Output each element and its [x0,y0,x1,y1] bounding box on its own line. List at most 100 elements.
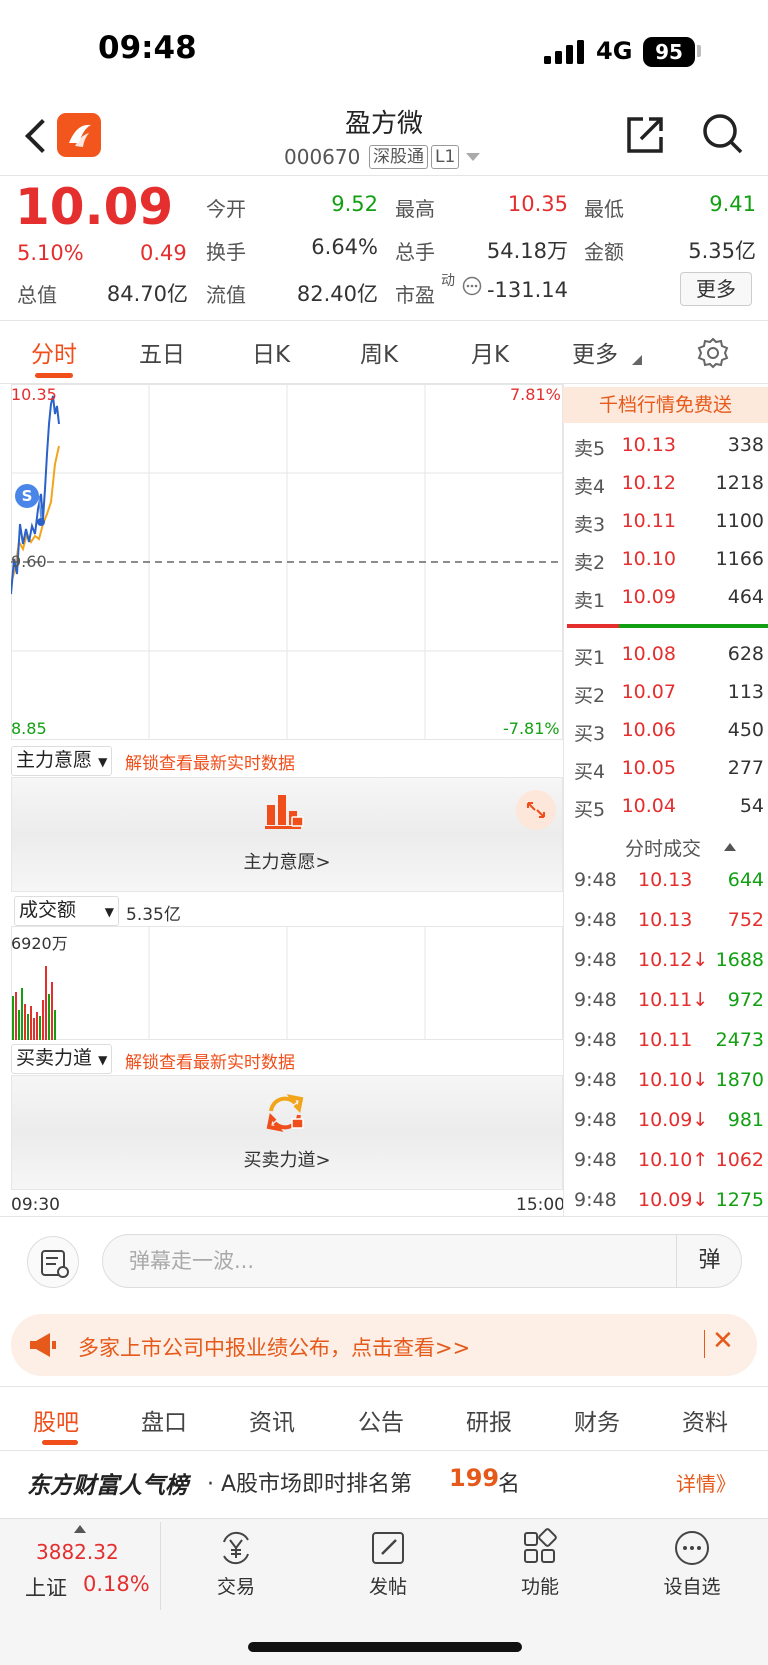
select-label: 买卖力道 [16,1047,93,1069]
ask-row: 卖4 10.12 1218 [574,472,764,498]
tab-monthly-k[interactable]: 月K [471,335,509,369]
divider [160,1522,161,1610]
divider [0,1216,768,1217]
nav-trade[interactable]: 交易 [176,1522,296,1612]
axis-mid-price: 9.60 [11,552,47,571]
volume-max-label: 6920万 [11,934,68,953]
index-percent[interactable]: 0.18% [83,1572,150,1596]
popularity-rank-text: · A股市场即时排名第 [207,1472,413,1497]
tab-forum[interactable]: 股吧 [33,1403,79,1437]
popularity-rank-number: 199 [449,1464,500,1492]
high-label: 最高 [395,197,435,221]
gear-icon[interactable] [697,337,729,369]
triangle-icon [632,355,642,365]
nav-post[interactable]: 发帖 [328,1522,448,1612]
battery-icon: 95 [643,37,695,67]
unlock-link[interactable]: 解锁查看最新实时数据 [125,1048,295,1073]
tab-weekly-k[interactable]: 周K [360,335,398,369]
turnover-label: 换手 [206,240,246,264]
trade-row: 9:48 10.09↓ 1275 [574,1189,764,1211]
pe-label: 市盈 [395,283,435,307]
tab-five-day[interactable]: 五日 [139,335,185,369]
notice-text[interactable]: 多家上市公司中报业绩公布，点击查看>> [78,1332,470,1362]
tab-news[interactable]: 资讯 [249,1403,295,1437]
trade-row: 9:48 10.11 2473 [574,1029,764,1051]
intraday-chart[interactable] [11,384,563,740]
danmu-settings-icon[interactable] [27,1236,79,1288]
tab-more[interactable]: 更多 [572,335,618,369]
select-label: 成交额 [19,899,77,921]
close-icon[interactable]: ✕ [712,1326,734,1356]
trade-row: 9:48 10.13 644 [574,869,764,891]
share-icon[interactable] [625,115,665,155]
trade-row: 9:48 10.12↓ 1688 [574,949,764,971]
total-cap-label: 总值 [17,283,57,307]
divider [0,175,768,176]
chevron-up-icon[interactable] [724,843,736,851]
chevron-down-icon[interactable] [466,153,480,163]
float-cap-value: 82.40亿 [296,282,378,306]
stock-code: 000670 [284,145,361,169]
tab-finance[interactable]: 财务 [574,1403,620,1437]
info-dots-icon[interactable] [462,276,482,296]
bid-row: 买1 10.08 628 [574,643,764,669]
volume-label: 总手 [395,240,435,264]
search-icon[interactable] [702,113,744,155]
low-label: 最低 [584,197,624,221]
change-amount: 0.49 [140,241,187,265]
more-button[interactable]: 更多 [680,272,752,306]
tag-connect: 深股通 [369,145,428,169]
buy-sell-force-select[interactable]: 买卖力道 ▼ [11,1044,113,1074]
pe-value: -131.14 [486,278,568,302]
volume-select[interactable]: 成交额 ▼ [14,896,119,926]
pe-sup: 动 [441,273,455,289]
tab-active-indicator [35,373,73,378]
main-intent-select[interactable]: 主力意愿 ▼ [11,746,113,776]
status-time: 09:48 [98,30,197,66]
trade-row: 9:48 10.10↓ 1870 [574,1069,764,1091]
ask-row: 卖2 10.10 1166 [574,548,764,574]
volume-chart[interactable] [11,926,563,1040]
trades-title[interactable]: 分时成交 [625,834,701,861]
expand-icon[interactable] [516,790,556,830]
current-price: 10.09 [15,178,174,236]
ask-row: 卖5 10.13 338 [574,434,764,460]
home-indicator[interactable] [248,1642,522,1652]
trade-row: 9:48 10.10↑ 1062 [574,1149,764,1171]
axis-low-price: 8.85 [11,719,47,738]
bid-row: 买3 10.06 450 [574,719,764,745]
trade-row: 9:48 10.13 752 [574,909,764,931]
axis-low-pct: -7.81% [503,719,560,738]
s-marker[interactable]: S [15,484,39,508]
nav-add-watchlist[interactable]: 设自选 [632,1522,752,1612]
tab-research[interactable]: 研报 [466,1403,512,1437]
trade-row: 9:48 10.09↓ 981 [574,1109,764,1131]
index-value[interactable]: 3882.32 [36,1540,119,1564]
apps-grid-icon [524,1528,557,1563]
yuan-exchange-icon [223,1531,249,1565]
index-name[interactable]: 上证 [25,1572,67,1602]
danmu-send-button[interactable]: 弹 [676,1234,742,1288]
buy-sell-force-caption[interactable]: 买卖力道> [11,1146,563,1172]
main-intent-caption[interactable]: 主力意愿> [11,848,563,874]
tab-profile[interactable]: 资料 [682,1403,728,1437]
nav-label: 功能 [520,1576,559,1598]
divider [704,1330,705,1358]
tab-intraday[interactable]: 分时 [31,335,77,369]
nav-label: 交易 [216,1576,255,1598]
tab-daily-k[interactable]: 日K [252,335,290,369]
danmu-input[interactable]: 弹幕走一波... [102,1234,742,1288]
triangle-up-icon [74,1525,86,1533]
open-label: 今开 [206,197,246,221]
tab-handicap[interactable]: 盘口 [141,1403,187,1437]
bid-row: 买4 10.05 277 [574,757,764,783]
time-end: 15:00 [516,1195,565,1215]
nav-label: 发帖 [368,1576,407,1598]
more-dots-icon [675,1531,709,1565]
rank-detail-link[interactable]: 详情》 [676,1468,736,1497]
ask-row: 卖1 10.09 464 [574,586,764,612]
tab-announcements[interactable]: 公告 [358,1403,404,1437]
nav-functions[interactable]: 功能 [480,1522,600,1612]
free-quote-banner[interactable]: 千档行情免费送 [563,387,768,423]
unlock-link[interactable]: 解锁查看最新实时数据 [125,749,295,774]
